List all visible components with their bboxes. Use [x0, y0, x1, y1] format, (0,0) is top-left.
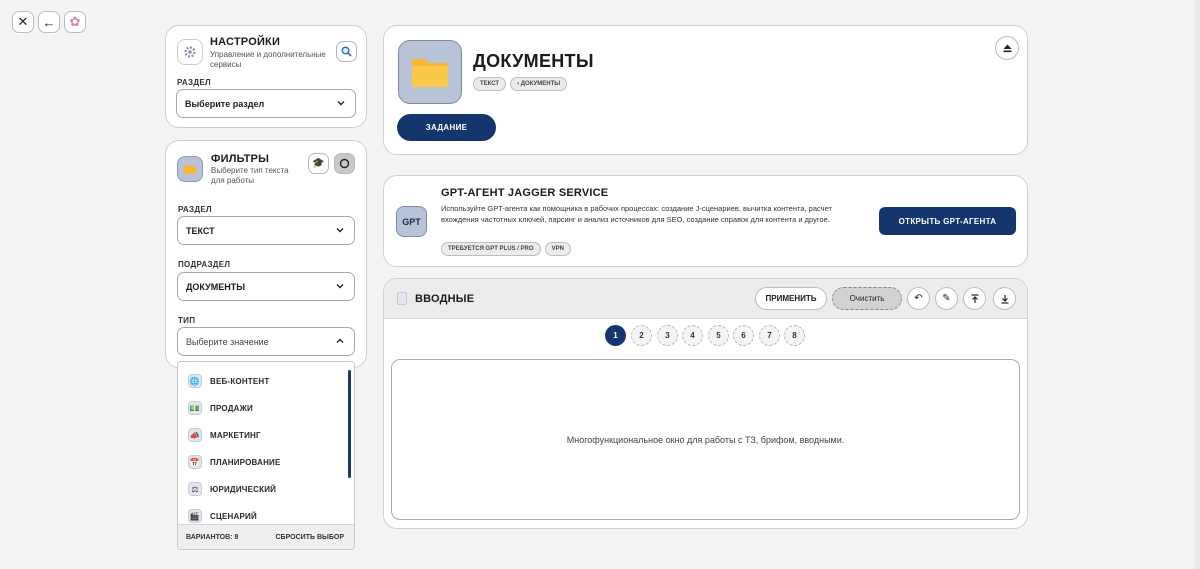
page-8[interactable]: 8	[784, 325, 805, 346]
tag-gpt-plus: ТРЕБУЕТСЯ GPT PLUS / PRO	[441, 242, 541, 256]
apply-button[interactable]: ПРИМЕНИТЬ	[755, 287, 827, 310]
input-toolbar	[384, 279, 1027, 319]
close-icon: ✕	[17, 14, 29, 29]
page-3[interactable]: 3	[657, 325, 678, 346]
dropdown-item-label: ВЕБ-КОНТЕНТ	[210, 376, 270, 386]
input-title: ВВОДНЫЕ	[415, 293, 475, 305]
gpt-tags: ТРЕБУЕТСЯ GPT PLUS / PRO VPN	[441, 242, 575, 256]
search-icon	[341, 46, 352, 57]
arrow-left-icon: ←	[42, 14, 56, 30]
globe-icon: 🌐	[188, 374, 202, 388]
chevron-down-icon	[337, 101, 345, 106]
edit-button[interactable]: ✎	[935, 287, 958, 310]
dropdown-scrollbar[interactable]	[348, 370, 351, 478]
upload-button[interactable]	[963, 287, 986, 310]
pencil-icon: ✎	[942, 293, 951, 304]
close-button[interactable]: ✕	[12, 11, 34, 33]
brain-button[interactable]: ✿	[64, 11, 86, 33]
dropdown-footer: ВАРИАНТОВ: 8 СБРОСИТЬ ВЫБОР	[178, 524, 354, 549]
page-7[interactable]: 7	[759, 325, 780, 346]
breadcrumb-item-text[interactable]: ТЕКСТ	[473, 77, 507, 91]
dropdown-item-sales[interactable]: 💵 ПРОДАЖИ	[188, 399, 253, 417]
page-title: ДОКУМЕНТЫ	[473, 51, 594, 71]
collapse-button[interactable]	[995, 36, 1019, 60]
dropdown-item-scenario[interactable]: 🎬 СЦЕНАРИЙ	[188, 507, 257, 525]
undo-button[interactable]: ↶	[907, 287, 930, 310]
input-textarea[interactable]: Многофункциональное окно для работы с ТЗ…	[391, 359, 1020, 520]
money-icon: 💵	[188, 401, 202, 415]
reset-selection-button[interactable]: СБРОСИТЬ ВЫБОР	[276, 534, 345, 541]
gpt-title: GPT-АГЕНТ JAGGER SERVICE	[441, 187, 609, 199]
filters-section-select[interactable]: ТЕКСТ	[177, 216, 355, 245]
gear-icon	[177, 39, 203, 65]
filters-subsection-select[interactable]: ДОКУМЕНТЫ	[177, 272, 355, 301]
dropdown-item-label: ПРОДАЖИ	[210, 403, 253, 413]
filters-title: ФИЛЬТРЫ	[211, 153, 270, 165]
calendar-icon: 📅	[188, 455, 202, 469]
gpt-badge: GPT	[396, 206, 427, 237]
chevron-down-icon	[336, 228, 344, 233]
download-button[interactable]	[993, 287, 1016, 310]
clapper-icon: 🎬	[188, 509, 202, 523]
page-2[interactable]: 2	[631, 325, 652, 346]
page-1[interactable]: 1	[605, 325, 626, 346]
page-6[interactable]: 6	[733, 325, 754, 346]
circle-icon	[339, 158, 350, 169]
chevron-up-icon	[336, 338, 344, 343]
filters-subsection-value: ДОКУМЕНТЫ	[186, 281, 246, 292]
dropdown-item-label: МАРКЕТИНГ	[210, 430, 261, 440]
filters-type-label: ТИП	[178, 316, 196, 325]
dropdown-item-label: ПЛАНИРОВАНИЕ	[210, 457, 281, 467]
clear-button[interactable]: Очистить	[832, 287, 902, 310]
undo-icon: ↶	[914, 293, 923, 304]
settings-section-value: Выберите раздел	[185, 98, 265, 109]
filters-section-label: РАЗДЕЛ	[178, 205, 212, 214]
breadcrumb: ТЕКСТ › ДОКУМЕНТЫ	[473, 77, 571, 91]
mortarboard-button[interactable]: 🎓	[308, 153, 329, 174]
dropdown-item-web[interactable]: 🌐 ВЕБ-КОНТЕНТ	[188, 372, 270, 390]
filters-subsection-label: ПОДРАЗДЕЛ	[178, 260, 231, 269]
dropdown-item-planning[interactable]: 📅 ПЛАНИРОВАНИЕ	[188, 453, 281, 471]
megaphone-icon: 📣	[188, 428, 202, 442]
scales-icon: ⚖	[188, 482, 202, 496]
dropdown-item-legal[interactable]: ⚖ ЮРИДИЧЕСКИЙ	[188, 480, 276, 498]
folder-icon	[177, 156, 203, 182]
variants-count: ВАРИАНТОВ: 8	[186, 533, 239, 541]
settings-section-label: РАЗДЕЛ	[177, 78, 211, 87]
task-button[interactable]: ЗАДАНИЕ	[397, 114, 496, 141]
chevron-down-icon	[336, 284, 344, 289]
textarea-placeholder: Многофункциональное окно для работы с ТЗ…	[566, 434, 845, 445]
filters-section-value: ТЕКСТ	[186, 225, 215, 236]
circle-toggle-button[interactable]	[334, 153, 355, 174]
document-icon	[397, 292, 407, 305]
eject-icon	[1003, 44, 1011, 52]
settings-title: НАСТРОЙКИ	[210, 36, 281, 48]
filters-subtitle: Выберите тип текста для работы	[211, 166, 289, 185]
dropdown-item-label: ЮРИДИЧЕСКИЙ	[210, 484, 277, 494]
brain-icon: ✿	[69, 14, 81, 29]
gpt-description: Используйте GPT-агента как помощника в р…	[441, 204, 832, 224]
filters-type-value: Выберите значение	[186, 336, 269, 347]
mortarboard-icon: 🎓	[312, 158, 325, 169]
breadcrumb-item-documents[interactable]: › ДОКУМЕНТЫ	[510, 77, 568, 91]
filters-type-select[interactable]: Выберите значение	[177, 327, 355, 356]
upload-icon	[971, 293, 978, 303]
search-button[interactable]	[336, 41, 357, 62]
settings-section-select[interactable]: Выберите раздел	[176, 89, 356, 118]
dropdown-item-label: СЦЕНАРИЙ	[210, 511, 257, 521]
settings-subtitle: Управление и дополнительные сервисы	[210, 50, 326, 69]
page-scrollbar[interactable]	[1195, 0, 1200, 569]
folder-icon	[398, 40, 462, 104]
download-icon	[1001, 294, 1008, 304]
page-5[interactable]: 5	[708, 325, 729, 346]
open-gpt-agent-button[interactable]: ОТКРЫТЬ GPT-АГЕНТА	[879, 207, 1016, 235]
back-button[interactable]: ←	[38, 11, 60, 33]
dropdown-item-marketing[interactable]: 📣 МАРКЕТИНГ	[188, 426, 261, 444]
type-dropdown: 🌐 ВЕБ-КОНТЕНТ 💵 ПРОДАЖИ 📣 МАРКЕТИНГ 📅 ПЛ…	[177, 361, 355, 550]
tag-vpn: VPN	[544, 242, 571, 256]
page-4[interactable]: 4	[682, 325, 703, 346]
